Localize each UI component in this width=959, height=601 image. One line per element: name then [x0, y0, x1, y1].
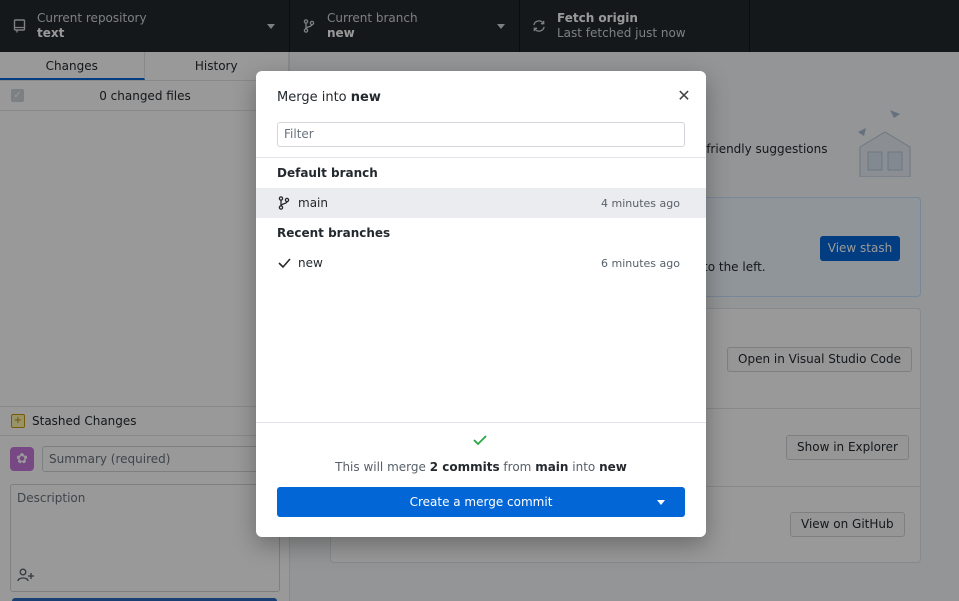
merge-ok-icon: [473, 434, 487, 450]
chevron-down-icon[interactable]: [657, 500, 665, 505]
merge-commit-count: 2 commits: [429, 460, 500, 474]
branch-item-new[interactable]: new 6 minutes ago: [256, 248, 706, 278]
dialog-title: Merge into new: [277, 90, 381, 105]
close-icon[interactable]: ✕: [676, 88, 692, 104]
branch-item-time: 6 minutes ago: [601, 256, 680, 270]
dialog-header: Merge into new ✕: [256, 71, 706, 121]
default-branch-heading: Default branch: [277, 166, 378, 180]
merge-source-branch: main: [535, 460, 569, 474]
dialog-title-prefix: Merge into: [277, 90, 347, 105]
branch-item-name: main: [298, 196, 328, 210]
recent-branches-heading: Recent branches: [277, 226, 391, 240]
dialog-title-branch: new: [350, 90, 381, 105]
merge-dialog: Merge into new ✕ Filter Default branch m…: [256, 71, 706, 537]
merge-summary: This will merge 2 commits from main into…: [256, 460, 706, 474]
merge-button-label: Create a merge commit: [409, 495, 553, 509]
check-icon: [277, 256, 291, 270]
merge-summary-prefix: This will merge: [335, 460, 426, 474]
merge-from-word: from: [503, 460, 532, 474]
dialog-footer: This will merge 2 commits from main into…: [256, 422, 706, 537]
branch-item-name: new: [298, 256, 323, 270]
merge-into-word: into: [572, 460, 596, 474]
create-merge-commit-button[interactable]: Create a merge commit: [277, 487, 685, 517]
branch-item-main[interactable]: main 4 minutes ago: [256, 188, 706, 218]
git-branch-icon: [277, 196, 291, 210]
merge-target-branch: new: [599, 460, 627, 474]
branch-list: Default branch main 4 minutes ago Recent…: [256, 157, 706, 422]
branch-item-time: 4 minutes ago: [601, 196, 680, 210]
filter-input[interactable]: Filter: [277, 122, 685, 147]
